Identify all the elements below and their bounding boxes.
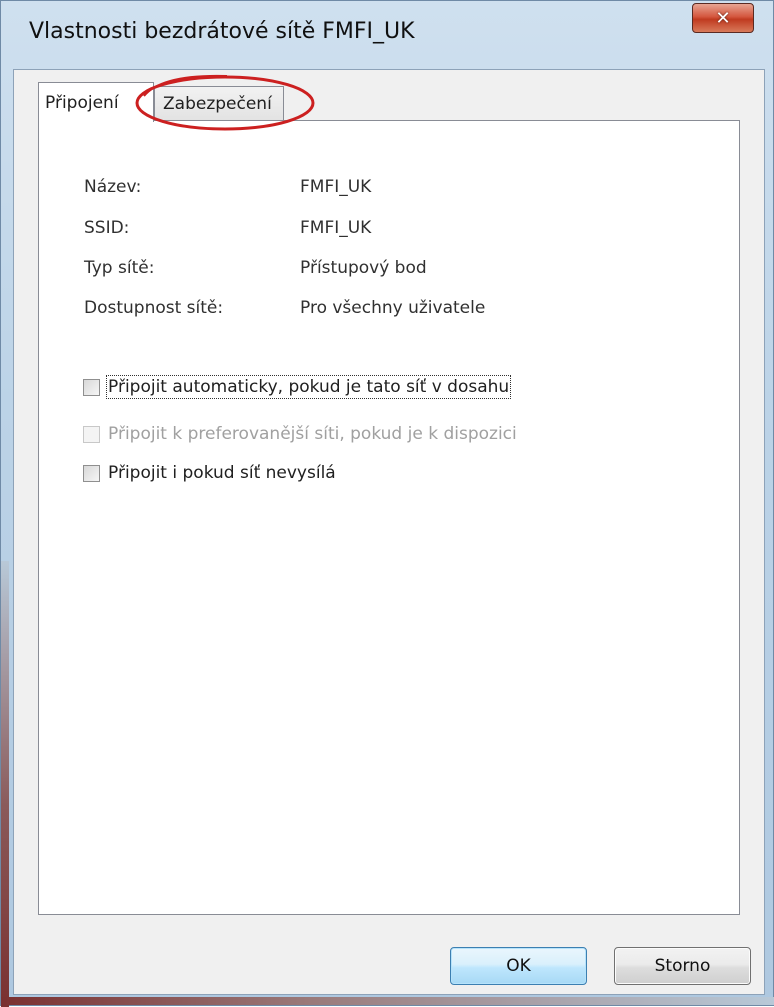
tab-zabezpeceni[interactable]: Zabezpečení xyxy=(154,86,284,120)
prefer-network-checkbox: Připojit k preferovanější síti, pokud je… xyxy=(83,424,517,444)
window-left-edge xyxy=(1,561,9,1007)
dialog-client-area: Připojení Zabezpečení Název: FMFI_UK SSI… xyxy=(13,69,765,995)
network-type-value: Přístupový bod xyxy=(300,258,427,278)
network-type-label: Typ sítě: xyxy=(84,258,155,278)
auto-connect-checkbox[interactable]: Připojit automaticky, pokud je tato síť … xyxy=(83,375,512,399)
close-button[interactable]: ✕ xyxy=(692,3,754,33)
hidden-network-checkbox[interactable]: Připojit i pokud síť nevysílá xyxy=(83,463,336,483)
checkbox-label[interactable]: Připojit i pokud síť nevysílá xyxy=(108,463,336,483)
checkbox-box[interactable] xyxy=(83,378,100,396)
tab-panel-pripojeni: Název: FMFI_UK SSID: FMFI_UK Typ sítě: P… xyxy=(38,120,740,915)
ssid-value: FMFI_UK xyxy=(300,218,372,238)
availability-value: Pro všechny uživatele xyxy=(300,298,486,318)
checkbox-box xyxy=(83,425,100,443)
availability-label: Dostupnost sítě: xyxy=(84,298,224,318)
cancel-button[interactable]: Storno xyxy=(614,947,751,985)
checkbox-box[interactable] xyxy=(83,464,100,482)
window-title: Vlastnosti bezdrátové sítě FMFI_UK xyxy=(29,19,415,44)
dialog-window: Vlastnosti bezdrátové sítě FMFI_UK ✕ Při… xyxy=(0,0,774,1007)
checkbox-label[interactable]: Připojit automaticky, pokud je tato síť … xyxy=(105,375,512,399)
close-icon: ✕ xyxy=(715,7,731,29)
tab-label: Připojení xyxy=(45,92,119,113)
ok-button[interactable]: OK xyxy=(450,947,587,985)
window-bottom-edge xyxy=(1,997,774,1005)
name-value: FMFI_UK xyxy=(300,177,372,197)
title-bar[interactable]: Vlastnosti bezdrátové sítě FMFI_UK ✕ xyxy=(1,1,774,71)
cancel-button-label: Storno xyxy=(654,956,711,976)
ok-button-label: OK xyxy=(506,956,531,976)
tab-label: Zabezpečení xyxy=(163,93,272,114)
checkbox-label: Připojit k preferovanější síti, pokud je… xyxy=(108,424,517,444)
name-label: Název: xyxy=(84,177,142,197)
tab-pripojeni[interactable]: Připojení xyxy=(38,82,154,122)
ssid-label: SSID: xyxy=(84,218,130,238)
